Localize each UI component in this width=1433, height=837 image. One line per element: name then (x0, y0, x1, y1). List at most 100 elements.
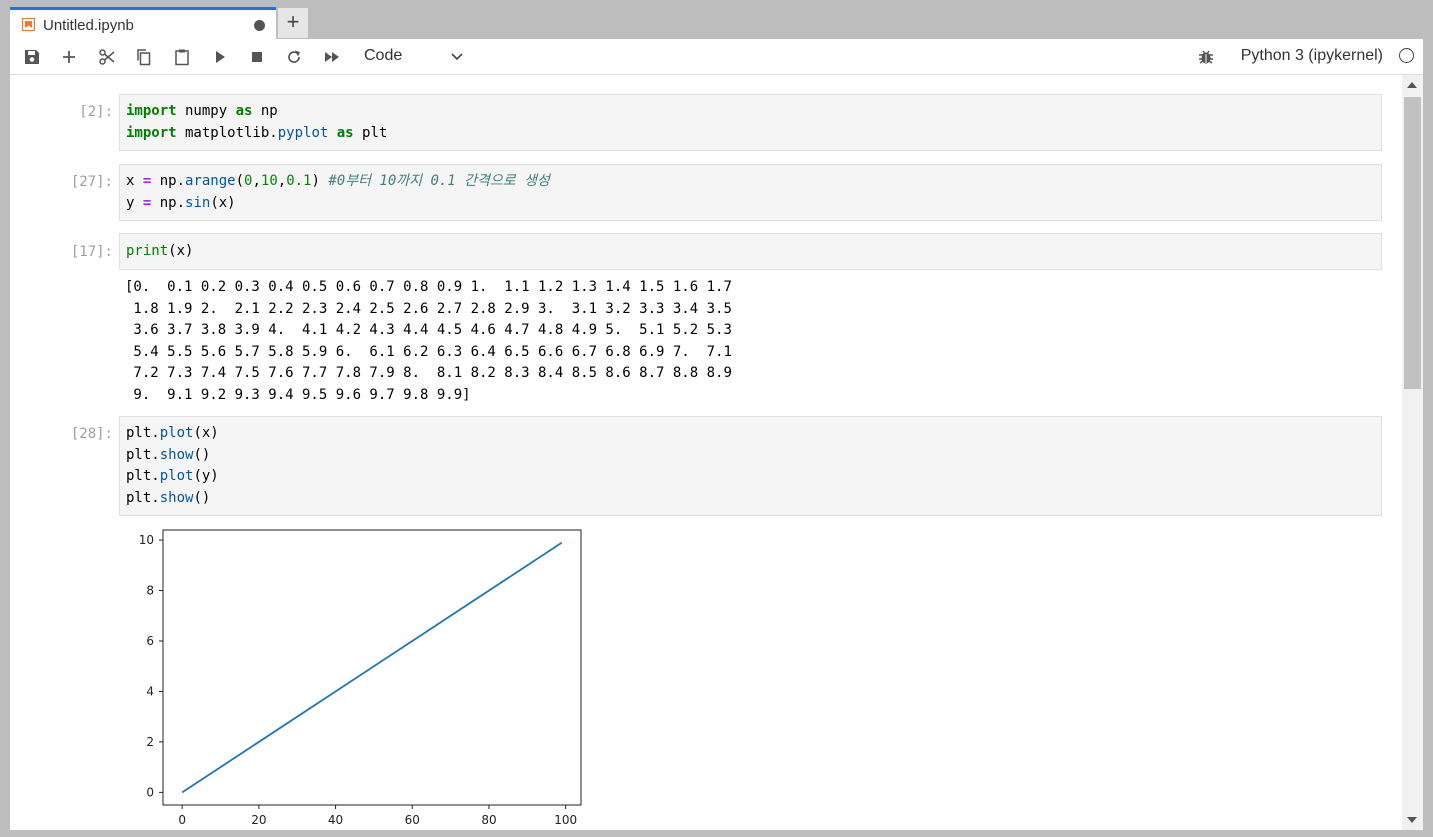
run-icon (216, 51, 225, 63)
scroll-thumb[interactable] (1404, 97, 1421, 389)
x-tick-label: 0 (178, 813, 186, 827)
code-token: , (277, 173, 287, 189)
notebook-toolbar: Code Python 3 (ipykernel) (10, 39, 1423, 75)
y-tick-label: 8 (146, 584, 154, 598)
add-cell-button[interactable] (59, 47, 79, 67)
scroll-up-icon[interactable] (1407, 82, 1417, 88)
paste-icon (175, 49, 189, 66)
y-tick-label: 10 (139, 533, 154, 547)
unsaved-indicator-icon[interactable] (254, 20, 265, 31)
code-token: import (126, 103, 177, 119)
x-tick-label: 40 (328, 813, 343, 827)
tab-bar: Untitled.ipynb + (0, 0, 1433, 39)
tab-title: Untitled.ipynb (43, 17, 134, 34)
code-token: y (126, 194, 143, 211)
debugger-bug-icon[interactable] (1197, 48, 1215, 66)
code-token: print (126, 243, 169, 259)
cell-type-value: Code (364, 47, 403, 64)
x-tick-label: 20 (251, 813, 266, 827)
code-token: (x) (193, 425, 219, 441)
code-token: plt. (126, 446, 160, 463)
code-token: arange (185, 173, 236, 189)
code-token: show (159, 489, 194, 506)
notebook-tab[interactable]: Untitled.ipynb (10, 7, 276, 39)
code-token: ) (311, 173, 329, 189)
code-token: plt. (126, 468, 160, 484)
copy-button[interactable] (134, 47, 154, 67)
code-token: (x) (210, 194, 236, 211)
code-token: plt (353, 124, 388, 141)
restart-icon (288, 50, 300, 63)
scroll-down-icon[interactable] (1407, 817, 1417, 823)
y-tick-label: 2 (146, 735, 154, 749)
x-tick-label: 100 (554, 813, 577, 827)
fast-forward-icon (325, 52, 339, 62)
chevron-down-icon (451, 53, 463, 61)
code-token: plt. (126, 489, 160, 506)
copy-icon (137, 49, 151, 66)
y-tick-label: 6 (146, 634, 154, 648)
cell-prompt: [28]: (70, 426, 113, 442)
code-cell[interactable]: print(x) (119, 233, 1382, 270)
kernel-name[interactable]: Python 3 (ipykernel) (1241, 47, 1383, 65)
save-button[interactable] (22, 47, 42, 67)
code-token: sin (185, 194, 211, 211)
x-tick-label: 80 (481, 813, 496, 827)
notebook-panel: [2]: import numpy as np import matplotli… (10, 75, 1402, 830)
code-token: plt. (126, 425, 160, 441)
code-token: as (235, 103, 253, 119)
line-plot-output: 02468100 20 40 60 80 100 (139, 529, 582, 827)
code-token: () (193, 489, 211, 506)
code-token: x (126, 173, 143, 189)
notebook-icon (22, 18, 35, 31)
code-editor[interactable]: x = np.arange(0,10,0.1) #0부터 10까지 0.1 간격… (126, 171, 550, 214)
cell-output-text: [0. 0.1 0.2 0.3 0.4 0.5 0.6 0.7 0.8 0.9 … (125, 279, 732, 403)
code-token: 0.1 (286, 173, 312, 189)
code-editor[interactable]: plt.plot(x) plt.show() plt.plot(y) plt.s… (126, 423, 219, 509)
code-token: #0부터 10까지 0.1 간격으로 생성 (328, 173, 550, 189)
code-token: (y) (193, 468, 219, 484)
new-tab-button[interactable]: + (278, 8, 308, 38)
code-token: pyplot (277, 124, 329, 141)
y-tick-label: 0 (146, 785, 154, 799)
cut-icon (99, 49, 115, 65)
cell-prompt: [27]: (70, 174, 113, 190)
cell-prompt: [2]: (79, 104, 113, 120)
restart-button[interactable] (284, 47, 304, 67)
code-token: . (269, 124, 278, 141)
y-tick-label: 4 (146, 684, 154, 698)
vertical-scrollbar[interactable] (1402, 75, 1423, 830)
code-token: as (336, 124, 354, 141)
add-cell-icon (63, 51, 75, 63)
paste-button[interactable] (172, 47, 192, 67)
code-token: numpy (176, 103, 236, 119)
code-token: () (193, 446, 211, 463)
code-token: , (252, 173, 261, 189)
code-token: 10 (260, 173, 278, 189)
cut-button[interactable] (97, 47, 117, 67)
cell-prompt: [17]: (70, 244, 113, 260)
code-editor[interactable]: import numpy as np import matplotlib.pyp… (126, 101, 387, 144)
stop-icon (252, 52, 262, 62)
x-tick-label: 60 (405, 813, 420, 827)
run-button[interactable] (210, 47, 230, 67)
stop-button[interactable] (247, 47, 267, 67)
code-cell[interactable]: plt.plot(x) plt.show() plt.plot(y) plt.s… (119, 416, 1382, 516)
cell-type-dropdown[interactable]: Code (364, 47, 464, 67)
code-token: matplotlib (176, 124, 270, 141)
code-token: np. (151, 194, 186, 211)
run-all-button[interactable] (322, 47, 342, 67)
code-token: (x) (168, 243, 194, 259)
kernel-status-icon (1399, 48, 1414, 63)
code-editor[interactable]: print(x) (126, 241, 193, 263)
code-token: ( (235, 173, 245, 189)
code-token: np (252, 103, 278, 119)
code-token: import (126, 124, 177, 141)
code-cell[interactable]: x = np.arange(0,10,0.1) #0부터 10까지 0.1 간격… (119, 164, 1382, 221)
code-token: plot (159, 468, 194, 484)
code-cell[interactable]: import numpy as np import matplotlib.pyp… (119, 94, 1382, 151)
code-token: np. (151, 173, 186, 189)
code-token: show (159, 446, 194, 463)
save-icon (25, 50, 39, 64)
